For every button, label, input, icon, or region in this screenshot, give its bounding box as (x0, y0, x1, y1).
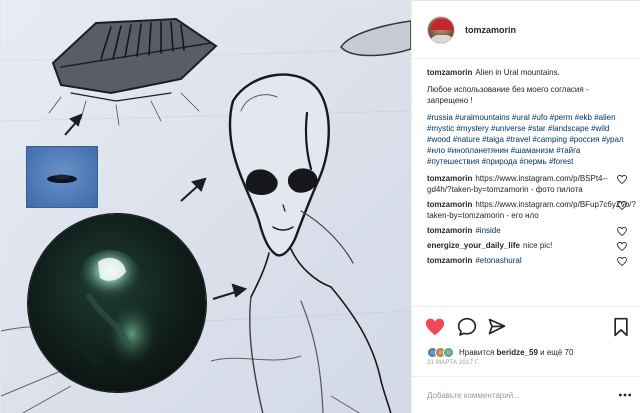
caption-note: Любое использование без моего согласия -… (427, 85, 589, 105)
comment-username[interactable]: energize_your_daily_life (427, 241, 520, 250)
heart-outline-icon[interactable] (617, 257, 627, 266)
caption-hashtags[interactable]: #russia #uralmountains #ural #ufo #perm … (427, 112, 627, 167)
post-side-panel: tomzamorin tomzamorin Alien in Ural mount… (411, 1, 640, 413)
comment-input[interactable] (427, 388, 607, 402)
comment-hashtag[interactable]: #etonashural (475, 256, 521, 265)
post-photo[interactable] (1, 1, 411, 413)
heart-outline-icon[interactable] (617, 242, 627, 251)
post-date: 31 МАРТА 2017 Г. (427, 360, 480, 366)
likes-summary[interactable]: Нравится beridze_59 и ещё 70 (427, 345, 573, 359)
comment-item: energize_your_daily_life nice pic! (427, 240, 627, 251)
likes-text: Нравится beridze_59 и ещё 70 (459, 348, 573, 357)
likes-user[interactable]: beridze_59 (497, 348, 538, 357)
comment-item: tomzamorin #inside (427, 225, 627, 236)
comments-section: tomzamorin Alien in Ural mountains. Любое… (427, 67, 636, 270)
likes-others[interactable]: и ещё 70 (540, 348, 573, 357)
heart-outline-icon[interactable] (617, 227, 627, 236)
comment-username[interactable]: tomzamorin (427, 200, 472, 209)
ufo-photo-inset (26, 146, 98, 208)
add-comment-box (412, 376, 640, 413)
comment-item: tomzamorin #etonashural (427, 255, 627, 266)
heart-outline-icon[interactable] (617, 175, 627, 184)
comment-username[interactable]: tomzamorin (427, 226, 472, 235)
heart-icon[interactable] (425, 317, 445, 337)
share-icon[interactable] (487, 317, 507, 337)
comment-text: nice pic! (522, 241, 553, 250)
post-header: tomzamorin (412, 1, 640, 59)
author-avatar[interactable] (427, 15, 455, 44)
heart-outline-icon[interactable] (617, 201, 627, 210)
comment-item: tomzamorin https://www.instagram.com/p/BF… (427, 199, 636, 221)
caption-text: Alien in Ural mountains. (475, 68, 560, 77)
bookmark-icon[interactable] (611, 317, 631, 337)
more-dots-icon[interactable] (618, 389, 632, 401)
caption-username[interactable]: tomzamorin (427, 68, 472, 77)
likes-prefix: Нравится (459, 347, 495, 357)
post-caption: tomzamorin Alien in Ural mountains. (427, 67, 627, 78)
pilot-photo-inset (28, 214, 206, 392)
comment-username[interactable]: tomzamorin (427, 256, 472, 265)
post-frame: tomzamorin tomzamorin Alien in Ural mount… (0, 0, 640, 413)
comment-hashtag[interactable]: #inside (475, 226, 500, 235)
comment-username[interactable]: tomzamorin (427, 174, 472, 183)
liker-avatar (443, 346, 454, 358)
actions-section: Нравится beridze_59 и ещё 70 (412, 306, 640, 358)
comment-item: tomzamorin https://www.instagram.com/p/BS… (427, 173, 627, 195)
author-username[interactable]: tomzamorin (465, 25, 516, 35)
action-bar (425, 317, 629, 339)
comment-icon[interactable] (457, 317, 477, 337)
